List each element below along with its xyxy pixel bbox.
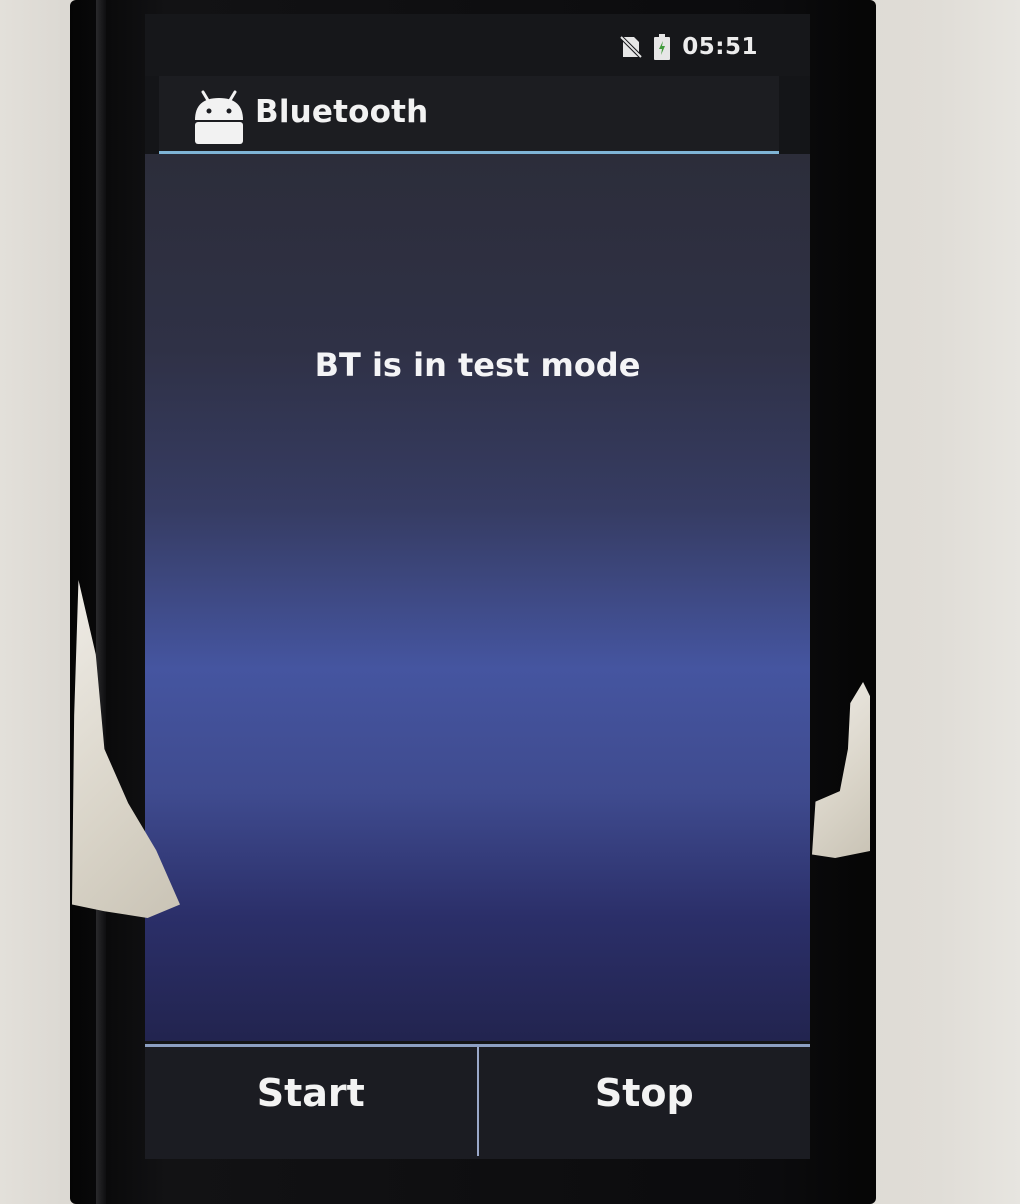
app-title: Bluetooth: [255, 94, 429, 130]
battery-charging-icon: [654, 34, 671, 60]
action-bar: Bluetooth: [159, 76, 779, 152]
button-bar: Start Stop: [145, 1044, 810, 1159]
status-message: BT is in test mode: [314, 346, 641, 384]
status-clock: 05:51: [682, 34, 758, 60]
phone-bezel-edge: [96, 0, 106, 1204]
start-button[interactable]: Start: [145, 1047, 477, 1159]
stop-button[interactable]: Stop: [479, 1047, 811, 1159]
main-content: BT is in test mode: [145, 154, 810, 1041]
device-screen: 05:51 Bluetooth BT is in test mode Start…: [145, 14, 810, 1159]
no-sim-icon: [620, 35, 643, 59]
status-bar: 05:51: [145, 14, 810, 76]
android-icon: [191, 90, 247, 144]
status-icons: 05:51: [620, 32, 758, 62]
